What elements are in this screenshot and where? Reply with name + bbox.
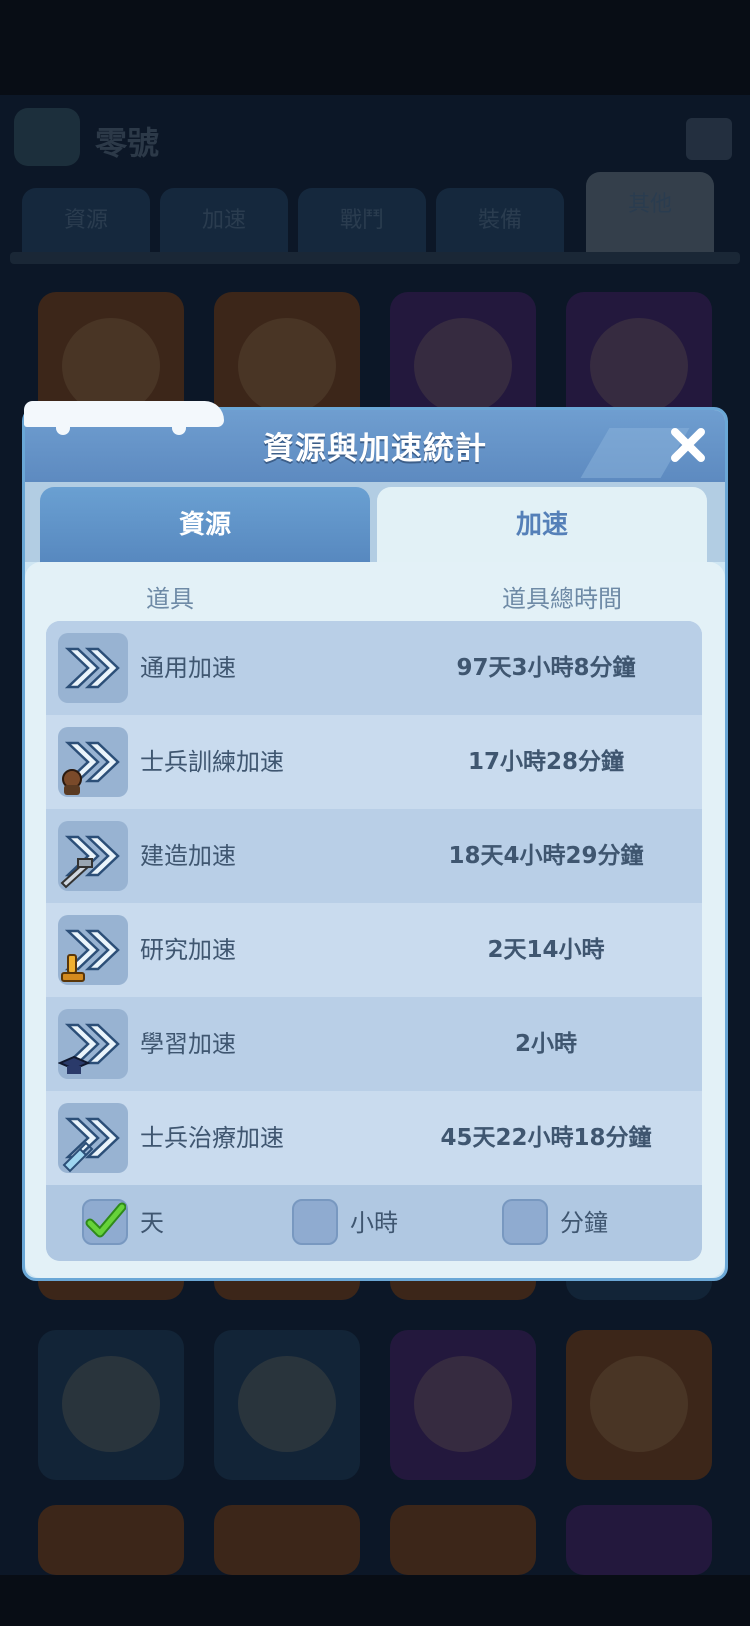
checkmark-icon [85, 1202, 127, 1238]
table-row: 研究加速 2天14小時 [46, 903, 702, 997]
item-name: 士兵治療加速 [140, 1124, 284, 1152]
item-name: 學習加速 [140, 1030, 236, 1058]
checkbox-days-label: 天 [140, 1209, 164, 1237]
item-name: 建造加速 [140, 842, 236, 870]
speedup-general-icon [58, 633, 128, 703]
microscope-icon [61, 972, 85, 982]
speedup-healing-icon [58, 1103, 128, 1173]
speedup-building-icon [58, 821, 128, 891]
speedup-learning-icon [57, 1009, 128, 1079]
checkbox-minutes[interactable] [502, 1199, 548, 1245]
table-row: 士兵治療加速 45天22小時18分鐘 [46, 1091, 702, 1185]
unit-filter-bar: 天 小時 分鐘 [46, 1185, 702, 1261]
checkbox-hours[interactable] [292, 1199, 338, 1245]
speedup-list: 通用加速 97天3小時8分鐘 士兵訓練加速 17小時28分鐘 建造加速 18天4… [46, 621, 702, 1261]
item-total-time: 97天3小時8分鐘 [456, 655, 636, 681]
item-total-time: 2小時 [514, 1031, 577, 1057]
table-row: 學習加速 2小時 [46, 997, 702, 1091]
tab-resources[interactable]: 資源 [40, 487, 370, 563]
checkbox-days[interactable] [82, 1199, 128, 1245]
table-row: 士兵訓練加速 17小時28分鐘 [46, 715, 702, 809]
table-row: 通用加速 97天3小時8分鐘 [46, 621, 702, 715]
close-button[interactable] [667, 424, 709, 466]
table-row: 建造加速 18天4小時29分鐘 [46, 809, 702, 903]
column-header-item: 道具 [146, 585, 194, 613]
dialog-title: 資源與加速統計 [263, 431, 487, 467]
tab-speedup[interactable]: 加速 [377, 487, 707, 563]
item-total-time: 2天14小時 [487, 937, 605, 963]
column-header-total-time: 道具總時間 [502, 585, 622, 613]
item-total-time: 17小時28分鐘 [467, 749, 624, 775]
item-name: 士兵訓練加速 [140, 748, 284, 776]
speedup-research-icon [58, 915, 128, 985]
checkbox-minutes-label: 分鐘 [560, 1209, 608, 1237]
close-icon [671, 428, 705, 462]
item-name: 通用加速 [140, 654, 236, 682]
stats-dialog: 資源與加速統計 資源 加速 道具 道具總時間 通用加速 97天3小時8分鐘 士兵… [22, 401, 728, 1281]
checkbox-hours-label: 小時 [350, 1209, 398, 1237]
item-name: 研究加速 [140, 936, 236, 964]
speedup-training-icon [58, 727, 128, 797]
item-total-time: 45天22小時18分鐘 [440, 1125, 652, 1151]
item-total-time: 18天4小時29分鐘 [448, 843, 644, 869]
